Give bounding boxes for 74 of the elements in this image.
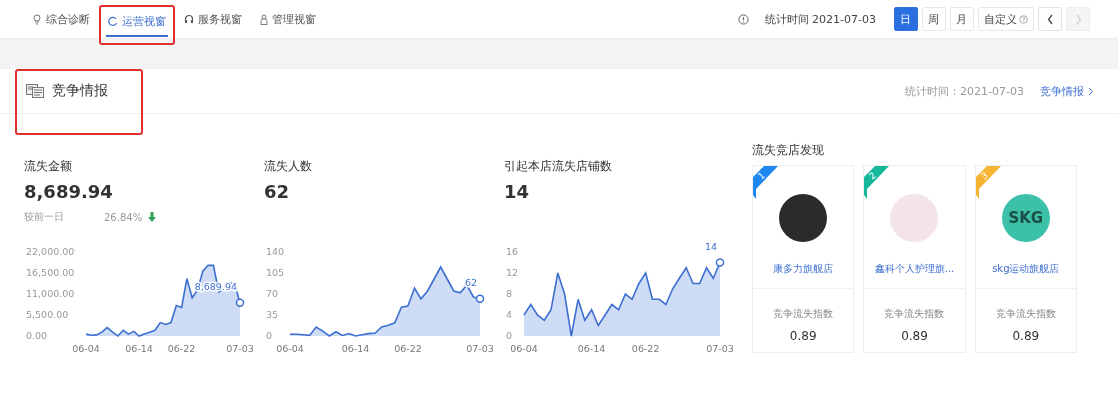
- store-name[interactable]: 鑫科个人护理旗...: [874, 262, 955, 276]
- axis-label: 22,000.00: [26, 246, 75, 257]
- help-icon: [1019, 14, 1028, 24]
- period-button[interactable]: 月: [950, 7, 974, 31]
- nav-tab[interactable]: 管理视窗: [258, 0, 318, 38]
- axis-label: 06-22: [167, 343, 196, 354]
- index-value: 0.89: [789, 329, 817, 343]
- axis-label: 4: [506, 309, 513, 320]
- nav-tab[interactable]: 服务视窗: [182, 0, 244, 38]
- metric-label: 流失金额: [24, 158, 73, 175]
- store-logo: [890, 194, 939, 242]
- axis-label: 06-04: [276, 343, 304, 354]
- rank-number: 2: [867, 170, 879, 182]
- nav-tab[interactable]: 运营视窗: [106, 6, 168, 37]
- store-logo: SKG: [1001, 194, 1050, 242]
- store-name[interactable]: skg运动旗舰店: [992, 262, 1060, 276]
- bulb-icon: [32, 13, 42, 25]
- axis-label: 5,500.00: [26, 309, 69, 320]
- metric-label: 流失人数: [264, 158, 313, 175]
- report-link[interactable]: 竞争情报: [1040, 83, 1094, 99]
- change-value: 26.84%: [104, 211, 143, 223]
- axis-label: 16,500.00: [26, 267, 75, 278]
- report-icon: [26, 84, 44, 98]
- axis-label: 06-22: [631, 343, 660, 354]
- axis-label: 06-22: [394, 343, 422, 354]
- chevron-icon: [1088, 86, 1094, 96]
- axis-label: 105: [266, 267, 285, 278]
- axis-label: 16: [506, 246, 519, 257]
- axis-label: 0.00: [26, 330, 48, 341]
- index-value: 0.89: [1012, 329, 1040, 343]
- axis-label: 0: [506, 330, 513, 341]
- info-icon: [737, 13, 749, 25]
- index-label: 竞争流失指数: [884, 307, 945, 321]
- axis-label: 06-04: [510, 343, 538, 354]
- metric-value: 14: [504, 181, 531, 202]
- axis-label: 0: [266, 330, 273, 341]
- period-button[interactable]: 周: [922, 7, 946, 31]
- data-point: [715, 258, 725, 267]
- previous-button[interactable]: [1038, 7, 1062, 31]
- store-logo: [779, 194, 828, 242]
- rank-number: 1: [756, 170, 767, 182]
- metric-value: 8,689.94: [24, 181, 114, 202]
- section-title: 竞争情报: [52, 82, 108, 100]
- stat-time: 统计时间：2021-07-03: [905, 83, 1024, 99]
- axis-label: 11,000.00: [26, 288, 75, 299]
- axis-label: 06-14: [125, 343, 153, 354]
- index-label: 竞争流失指数: [773, 307, 834, 321]
- axis-label: 06-14: [577, 343, 606, 354]
- axis-label: 07-03: [466, 343, 494, 354]
- rank-number: 3: [978, 170, 990, 182]
- headset-icon: [184, 13, 194, 25]
- index-value: 0.89: [901, 329, 928, 343]
- store-name[interactable]: 康多力旗舰店: [773, 262, 834, 276]
- axis-label: 12: [506, 267, 519, 278]
- axis-label: 140: [266, 246, 285, 257]
- panel-title: 流失竞店发现: [752, 142, 825, 159]
- axis-label: 06-14: [341, 343, 370, 354]
- axis-label: 07-03: [706, 343, 734, 354]
- refresh-icon: [108, 16, 118, 27]
- axis-label: 35: [266, 309, 279, 320]
- axis-label: 8: [506, 288, 513, 299]
- person-icon: [260, 13, 268, 25]
- period-button[interactable]: 自定义: [978, 7, 1034, 31]
- index-label: 竞争流失指数: [995, 307, 1056, 321]
- metric-label: 引起本店流失店铺数: [504, 158, 613, 175]
- chevron-icon: [1045, 13, 1055, 25]
- metric-value: 62: [264, 181, 291, 202]
- period-button[interactable]: 日: [894, 7, 918, 31]
- axis-label: 70: [266, 288, 279, 299]
- nav-tab[interactable]: 综合诊断: [30, 0, 92, 38]
- data-label: 14: [704, 242, 717, 252]
- axis-label: 07-03: [226, 343, 254, 354]
- stat-time: 统计时间 2021-07-03: [764, 11, 876, 27]
- axis-label: 06-04: [72, 343, 100, 354]
